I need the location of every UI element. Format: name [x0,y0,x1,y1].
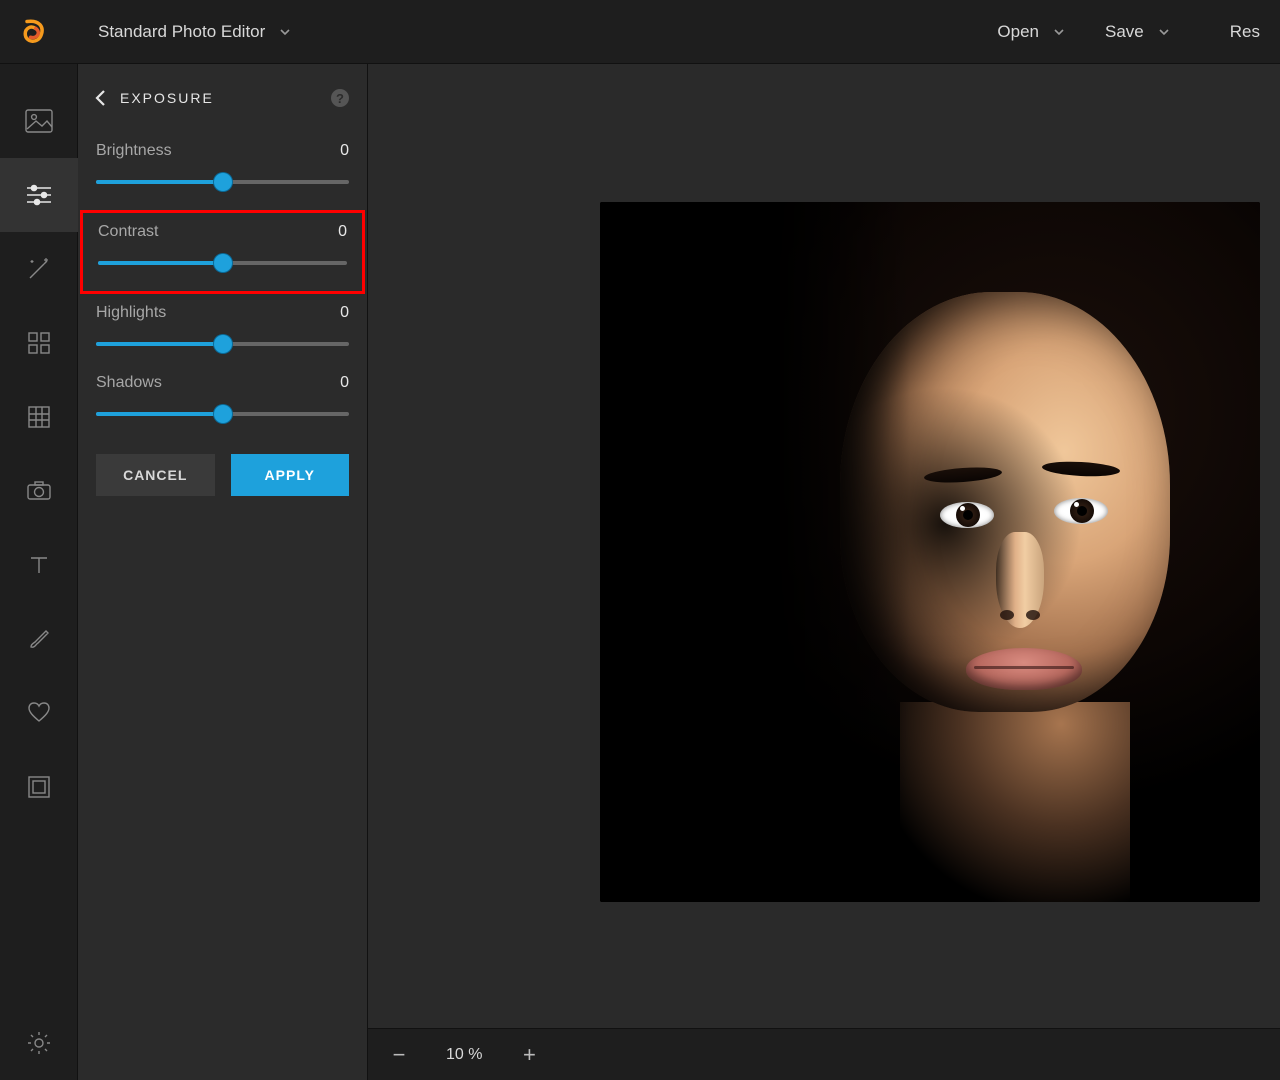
reset-label: Res [1230,22,1260,42]
reset-button[interactable]: Res [1230,22,1260,42]
brightness-control: Brightness 0 [78,136,367,206]
help-icon[interactable]: ? [331,89,349,107]
rail-settings[interactable] [0,1006,78,1080]
rail-adjust[interactable] [0,158,78,232]
highlights-label: Highlights [96,304,166,322]
exposure-panel: EXPOSURE ? Brightness 0 Contrast 0 Highl… [78,64,368,1080]
shadows-slider[interactable] [96,404,349,424]
rail-favorite[interactable] [0,676,78,750]
contrast-slider[interactable] [98,253,347,273]
save-menu[interactable]: Save [1105,22,1170,42]
contrast-label: Contrast [98,223,158,241]
apply-button[interactable]: APPLY [231,454,350,496]
contrast-control: Contrast 0 [80,210,365,294]
highlights-control: Highlights 0 [78,298,367,368]
tool-rail [0,64,78,1080]
rail-text[interactable] [0,528,78,602]
cancel-label: CANCEL [123,467,187,483]
cancel-button[interactable]: CANCEL [96,454,215,496]
open-menu[interactable]: Open [997,22,1065,42]
zoom-level: 10 % [446,1046,482,1064]
save-label: Save [1105,22,1144,42]
photo-preview [600,202,1260,902]
back-icon[interactable] [88,86,112,110]
rail-brush[interactable] [0,602,78,676]
top-bar: Standard Photo Editor Open Save Res [0,0,1280,64]
chevron-down-icon [1158,26,1170,38]
brightness-slider[interactable] [96,172,349,192]
highlights-slider[interactable] [96,334,349,354]
open-label: Open [997,22,1039,42]
highlights-value: 0 [340,304,349,322]
rail-modules[interactable] [0,306,78,380]
shadows-value: 0 [340,374,349,392]
rail-frame[interactable] [0,750,78,824]
canvas-stage[interactable]: − 10 % + [368,64,1280,1080]
chevron-down-icon [1053,26,1065,38]
shadows-label: Shadows [96,374,162,392]
brightness-label: Brightness [96,142,172,160]
contrast-value: 0 [338,223,347,241]
shadows-control: Shadows 0 [78,368,367,438]
rail-magic[interactable] [0,232,78,306]
app-logo-icon [20,18,48,46]
panel-title: EXPOSURE [120,90,331,106]
chevron-down-icon [279,26,291,38]
zoom-out-button[interactable]: − [386,1042,412,1068]
zoom-bar: − 10 % + [368,1028,1280,1080]
rail-image[interactable] [0,84,78,158]
brightness-value: 0 [340,142,349,160]
rail-crop[interactable] [0,380,78,454]
zoom-in-button[interactable]: + [516,1042,542,1068]
rail-lens[interactable] [0,454,78,528]
editor-mode-dropdown[interactable]: Standard Photo Editor [98,22,291,42]
editor-mode-label: Standard Photo Editor [98,22,265,42]
apply-label: APPLY [265,467,315,483]
